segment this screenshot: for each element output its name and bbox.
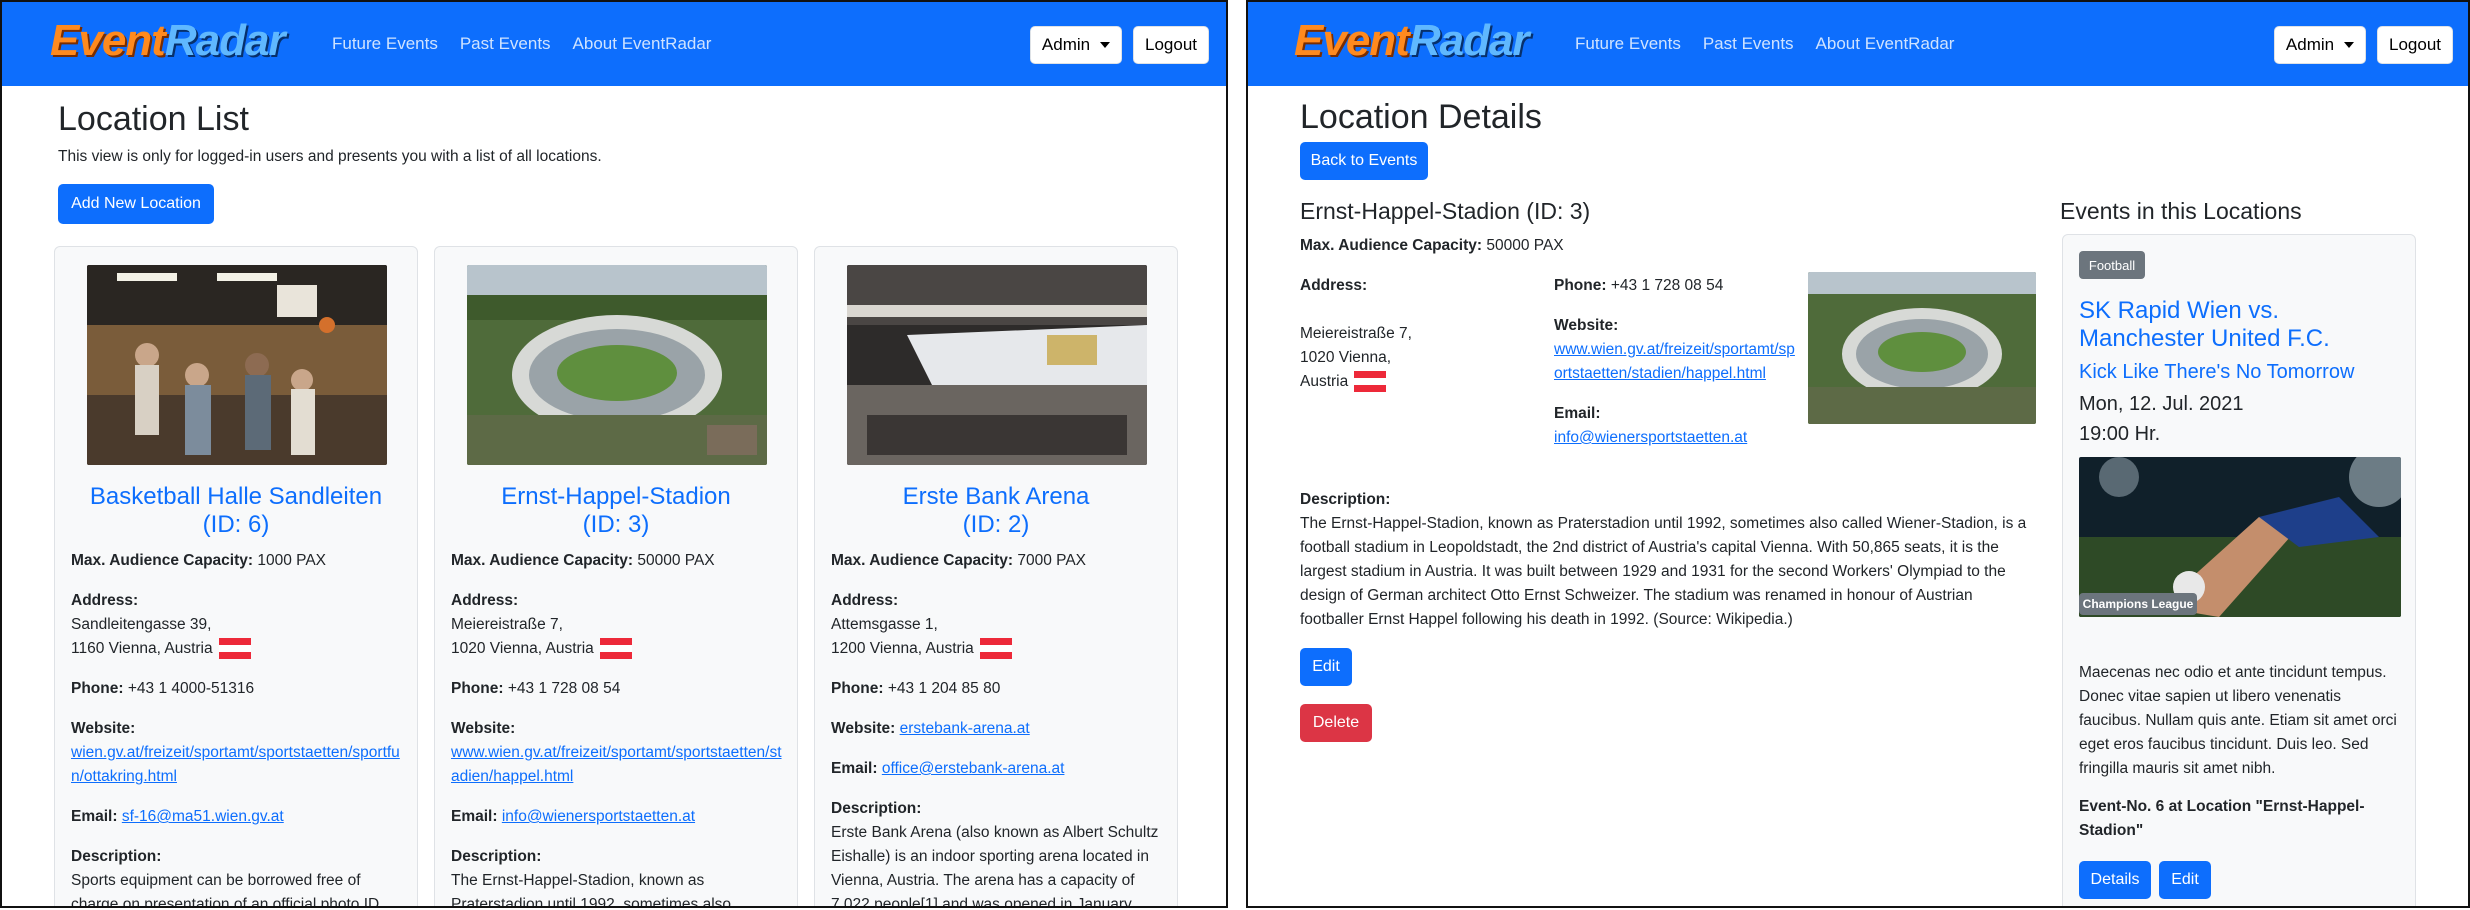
- logout-button[interactable]: Logout: [2377, 26, 2453, 64]
- navbar: EventRadar Future Events Past Events Abo…: [1248, 2, 2468, 86]
- logout-button[interactable]: Logout: [1133, 26, 1209, 64]
- email-link[interactable]: office@erstebank-arena.at: [882, 760, 1065, 777]
- website-link[interactable]: wien.gv.at/freizeit/sportamt/sportstaett…: [71, 744, 400, 785]
- nav-past-events[interactable]: Past Events: [460, 34, 551, 54]
- event-title[interactable]: SK Rapid Wien vs. Manchester United F.C.: [2079, 297, 2399, 353]
- location-name[interactable]: Ernst-Happel-Stadion (ID: 3): [443, 483, 789, 539]
- nav-links: Future Events Past Events About EventRad…: [1575, 34, 1954, 54]
- event-edit-button[interactable]: Edit: [2159, 861, 2211, 899]
- admin-dropdown[interactable]: Admin: [1030, 26, 1122, 64]
- back-to-events-button[interactable]: Back to Events: [1300, 142, 1428, 180]
- event-date: Mon, 12. Jul. 2021: [2079, 393, 2244, 415]
- austria-flag-icon: [979, 638, 1012, 660]
- nav-about[interactable]: About EventRadar: [1816, 34, 1955, 54]
- competition-badge: Champions League: [2079, 593, 2197, 615]
- event-image: Champions League: [2079, 457, 2401, 617]
- admin-dropdown[interactable]: Admin: [2274, 26, 2366, 64]
- email-link[interactable]: info@wienersportstaetten.at: [502, 808, 695, 825]
- location-image-basketball: [87, 265, 387, 465]
- nav-future-events[interactable]: Future Events: [332, 34, 438, 54]
- email-link[interactable]: sf-16@ma51.wien.gv.at: [122, 808, 284, 825]
- event-card: Football SK Rapid Wien vs. Manchester Un…: [2062, 234, 2416, 906]
- location-details-window: EventRadar Future Events Past Events Abo…: [1246, 0, 2470, 908]
- austria-flag-icon: [1354, 371, 1387, 393]
- event-details-button[interactable]: Details: [2079, 861, 2151, 899]
- edit-location-button[interactable]: Edit: [1300, 648, 1352, 686]
- event-subtitle: Kick Like There's No Tomorrow: [2079, 361, 2355, 383]
- austria-flag-icon: [218, 638, 251, 660]
- website-link[interactable]: www.wien.gv.at/freizeit/sportamt/sportst…: [451, 744, 782, 785]
- location-card: Ernst-Happel-Stadion (ID: 3) Max. Audienc…: [434, 246, 798, 908]
- location-card: Basketball Halle Sandleiten (ID: 6) Max. …: [54, 246, 418, 908]
- location-card: Erste Bank Arena (ID: 2) Max. Audience Ca…: [814, 246, 1178, 908]
- website-link[interactable]: www.wien.gv.at/freizeit/sportamt/sportst…: [1554, 341, 1795, 382]
- location-list-window: EventRadar Future Events Past Events Abo…: [0, 0, 1228, 908]
- location-details: Max. Audience Capacity: 50000 PAX Addres…: [451, 552, 782, 908]
- chevron-down-icon: [2344, 42, 2355, 48]
- location-details: Max. Audience Capacity: 7000 PAX Address…: [831, 552, 1159, 908]
- location-image-stadium: [1808, 272, 2036, 424]
- page-title: Location Details: [1300, 98, 1542, 136]
- address-block: Address: Meiereistraße 7, 1020 Vienna, A…: [1300, 274, 1530, 394]
- page-intro: This view is only for logged-in users an…: [58, 148, 602, 165]
- location-name[interactable]: Erste Bank Arena (ID: 2): [823, 483, 1169, 539]
- description-block: Description: The Ernst-Happel-Stadion, k…: [1300, 491, 2027, 628]
- navbar: EventRadar Future Events Past Events Abo…: [2, 2, 1226, 86]
- contact-block: Phone: +43 1 728 08 54 Website: www.wien.…: [1554, 277, 1795, 446]
- website-link[interactable]: erstebank-arena.at: [900, 720, 1030, 737]
- delete-location-button[interactable]: Delete: [1300, 704, 1372, 742]
- location-name[interactable]: Basketball Halle Sandleiten (ID: 6): [63, 483, 409, 539]
- add-new-location-button[interactable]: Add New Location: [58, 184, 214, 224]
- event-number: Event-No. 6 at Location "Ernst-Happel-St…: [2079, 798, 2365, 839]
- location-heading: Ernst-Happel-Stadion (ID: 3): [1300, 198, 1591, 224]
- eventradar-logo[interactable]: EventRadar: [50, 16, 286, 66]
- event-description: Maecenas nec odio et ante tincidunt temp…: [2079, 664, 2397, 777]
- eventradar-logo[interactable]: EventRadar: [1294, 16, 1530, 66]
- email-link[interactable]: info@wienersportstaetten.at: [1554, 429, 1747, 446]
- chevron-down-icon: [1100, 42, 1111, 48]
- location-image-stadium: [467, 265, 767, 465]
- events-heading: Events in this Locations: [2060, 198, 2302, 224]
- event-time: 19:00 Hr.: [2079, 423, 2161, 445]
- location-details: Max. Audience Capacity: 1000 PAX Address…: [71, 552, 400, 908]
- location-image-arena: [847, 265, 1147, 465]
- nav-about[interactable]: About EventRadar: [573, 34, 712, 54]
- category-badge: Football: [2079, 251, 2145, 279]
- nav-links: Future Events Past Events About EventRad…: [332, 34, 711, 54]
- page-title: Location List: [58, 100, 249, 138]
- austria-flag-icon: [599, 638, 632, 660]
- nav-past-events[interactable]: Past Events: [1703, 34, 1794, 54]
- capacity-row: Max. Audience Capacity: 50000 PAX: [1300, 237, 1564, 254]
- nav-future-events[interactable]: Future Events: [1575, 34, 1681, 54]
